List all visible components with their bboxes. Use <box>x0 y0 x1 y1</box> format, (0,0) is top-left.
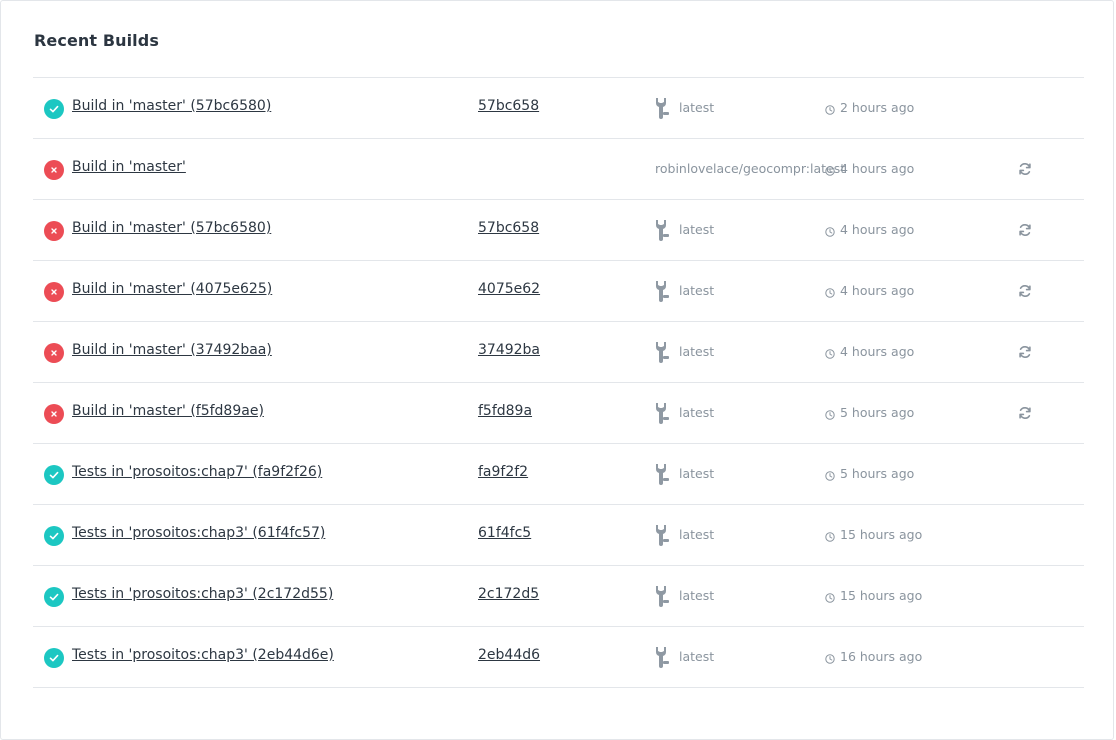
build-time: 2 hours ago <box>825 100 914 115</box>
build-row: Build in 'master' (57bc6580) 57bc658 lates… <box>33 200 1084 261</box>
x-circle-icon <box>44 343 64 363</box>
build-time-text: 2 hours ago <box>840 100 915 115</box>
build-link[interactable]: Tests in 'prosoitos:chap7' (fa9f2f26) <box>72 464 322 480</box>
build-row: Build in 'master' (4075e625) 4075e62 lates… <box>33 261 1084 322</box>
build-row: Build in 'master' (f5fd89ae) f5fd89a lates… <box>33 383 1084 444</box>
refresh-icon[interactable] <box>1017 222 1033 238</box>
build-time: 4 hours ago <box>825 222 914 237</box>
refresh-icon[interactable] <box>1017 405 1033 421</box>
tag-label: latest <box>679 649 715 664</box>
build-time: 5 hours ago <box>825 466 914 481</box>
x-circle-icon <box>44 160 64 180</box>
build-time-text: 16 hours ago <box>840 649 923 664</box>
wrench-tag-icon <box>654 279 670 303</box>
build-time: 15 hours ago <box>825 527 922 542</box>
build-row: Tests in 'prosoitos:chap3' (2c172d55) 2c1… <box>33 566 1084 627</box>
refresh-icon[interactable] <box>1017 161 1033 177</box>
build-time: 5 hours ago <box>825 405 914 420</box>
check-circle-icon <box>44 465 64 485</box>
build-time-text: 4 hours ago <box>840 222 915 237</box>
build-link[interactable]: Tests in 'prosoitos:chap3' (2eb44d6e) <box>72 647 334 663</box>
build-time-text: 5 hours ago <box>840 466 915 481</box>
build-time-text: 5 hours ago <box>840 405 915 420</box>
recent-builds-panel: Recent Builds Build in 'master' (57bc658… <box>0 0 1114 740</box>
clock-icon <box>825 591 835 603</box>
build-row: Tests in 'prosoitos:chap3' (2eb44d6e) 2eb… <box>33 627 1084 688</box>
check-circle-icon <box>44 587 64 607</box>
build-time-text: 15 hours ago <box>840 588 923 603</box>
tag-label: latest <box>679 222 715 237</box>
clock-icon <box>825 652 835 664</box>
wrench-tag-icon <box>654 401 670 425</box>
build-link[interactable]: Tests in 'prosoitos:chap3' (61f4fc57) <box>72 525 325 541</box>
clock-icon <box>825 103 835 115</box>
build-time: 4 hours ago <box>825 161 914 176</box>
commit-link[interactable]: fa9f2f2 <box>478 464 528 480</box>
commit-link[interactable]: 2eb44d6 <box>478 647 540 663</box>
check-circle-icon <box>44 99 64 119</box>
check-circle-icon <box>44 526 64 546</box>
commit-link[interactable]: 57bc658 <box>478 98 539 114</box>
build-link[interactable]: Build in 'master' (37492baa) <box>72 342 272 358</box>
clock-icon <box>825 286 835 298</box>
commit-link[interactable]: 37492ba <box>478 342 540 358</box>
check-circle-icon <box>44 648 64 668</box>
build-row: Tests in 'prosoitos:chap7' (fa9f2f26) fa9… <box>33 444 1084 505</box>
wrench-tag-icon <box>654 645 670 669</box>
wrench-tag-icon <box>654 523 670 547</box>
build-time-text: 4 hours ago <box>840 344 915 359</box>
build-list: Build in 'master' (57bc6580) 57bc658 lates… <box>33 77 1084 688</box>
commit-link[interactable]: f5fd89a <box>478 403 532 419</box>
tag-label: robinlovelace/geocompr:latest <box>655 161 846 176</box>
build-time: 16 hours ago <box>825 649 922 664</box>
build-link[interactable]: Build in 'master' (57bc6580) <box>72 98 271 114</box>
build-time: 15 hours ago <box>825 588 922 603</box>
wrench-tag-icon <box>654 462 670 486</box>
build-time-text: 15 hours ago <box>840 527 923 542</box>
refresh-icon[interactable] <box>1017 283 1033 299</box>
wrench-tag-icon <box>654 218 670 242</box>
commit-link[interactable]: 61f4fc5 <box>478 525 531 541</box>
tag-label: latest <box>679 405 715 420</box>
x-circle-icon <box>44 221 64 241</box>
wrench-tag-icon <box>654 96 670 120</box>
x-circle-icon <box>44 404 64 424</box>
tag-label: latest <box>679 283 715 298</box>
build-row: Build in 'master' robinlovelace/geocompr:… <box>33 139 1084 200</box>
build-link[interactable]: Build in 'master' <box>72 159 186 175</box>
refresh-icon[interactable] <box>1017 344 1033 360</box>
tag-label: latest <box>679 588 715 603</box>
x-circle-icon <box>44 282 64 302</box>
wrench-tag-icon <box>654 340 670 364</box>
commit-link[interactable]: 4075e62 <box>478 281 540 297</box>
page-title: Recent Builds <box>34 31 159 50</box>
clock-icon <box>825 347 835 359</box>
tag-label: latest <box>679 527 715 542</box>
build-link[interactable]: Build in 'master' (4075e625) <box>72 281 272 297</box>
build-time: 4 hours ago <box>825 344 914 359</box>
build-link[interactable]: Build in 'master' (f5fd89ae) <box>72 403 264 419</box>
clock-icon <box>825 225 835 237</box>
build-link[interactable]: Build in 'master' (57bc6580) <box>72 220 271 236</box>
build-row: Build in 'master' (37492baa) 37492ba lates… <box>33 322 1084 383</box>
wrench-tag-icon <box>654 584 670 608</box>
clock-icon <box>825 164 835 176</box>
build-time-text: 4 hours ago <box>840 161 915 176</box>
build-time-text: 4 hours ago <box>840 283 915 298</box>
build-link[interactable]: Tests in 'prosoitos:chap3' (2c172d55) <box>72 586 333 602</box>
tag-label: latest <box>679 466 715 481</box>
build-row: Tests in 'prosoitos:chap3' (61f4fc57) 61f… <box>33 505 1084 566</box>
commit-link[interactable]: 57bc658 <box>478 220 539 236</box>
build-row: Build in 'master' (57bc6580) 57bc658 lates… <box>33 78 1084 139</box>
clock-icon <box>825 469 835 481</box>
build-time: 4 hours ago <box>825 283 914 298</box>
tag-label: latest <box>679 344 715 359</box>
clock-icon <box>825 408 835 420</box>
clock-icon <box>825 530 835 542</box>
commit-link[interactable]: 2c172d5 <box>478 586 539 602</box>
tag-label: latest <box>679 100 715 115</box>
